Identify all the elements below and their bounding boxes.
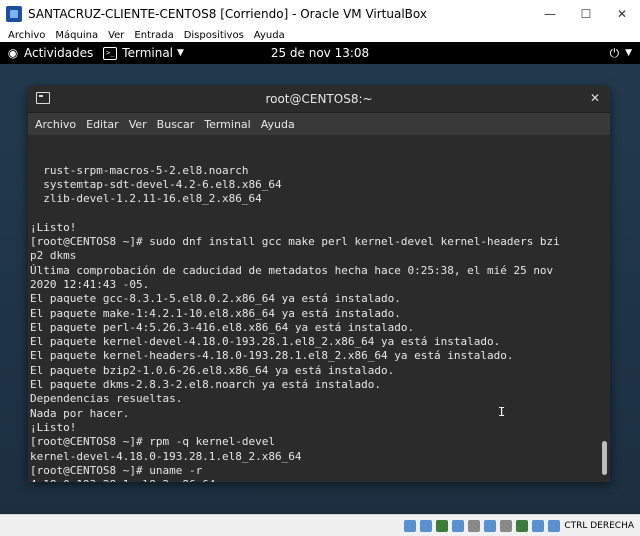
mouse-integration-icon[interactable] [532,520,545,532]
terminal-menu-ayuda[interactable]: Ayuda [261,118,295,131]
terminal-line: rust-srpm-macros-5-2.el8.noarch [30,163,249,177]
chevron-down-icon: ▼ [625,48,632,58]
terminal-line: [root@CENTOS8 ~]# rpm -q kernel-devel [30,435,276,449]
terminal-line: systemtap-sdt-devel-4.2-6.el8.x86_64 [30,177,282,191]
terminal-line: El paquete dkms-2.8.3-2.el8.noarch ya es… [30,378,381,392]
terminal-line: zlib-devel-1.2.11-16.el8_2.x86_64 [30,192,262,206]
virtualbox-icon [6,6,22,22]
cpu-icon[interactable] [516,520,529,532]
terminal-menu-terminal[interactable]: Terminal [204,118,251,131]
network-icon[interactable] [436,520,449,532]
terminal-line: ¡Listo! [30,220,77,234]
terminal-icon: >_ [103,46,118,60]
terminal-line: Nada por hacer. [30,406,130,420]
vbox-titlebar: SANTACRUZ-CLIENTE-CENTOS8 [Corriendo] - … [0,0,640,28]
status-icons [404,520,561,532]
terminal-menu-ver[interactable]: Ver [129,118,147,131]
vbox-statusbar: CTRL DERECHA [0,514,640,536]
window-title: SANTACRUZ-CLIENTE-CENTOS8 [Corriendo] - … [28,7,427,21]
display-icon[interactable] [484,520,497,532]
clock[interactable]: 25 de nov 13:08 [271,46,369,60]
menu-archivo[interactable]: Archivo [8,30,45,41]
close-icon[interactable]: ✕ [590,91,600,105]
terminal-line: ¡Listo! [30,420,77,434]
power-icon: ⏻ [609,45,620,60]
terminal-line: Última comprobación de caducidad de meta… [30,263,554,277]
keyboard-icon[interactable] [548,520,561,532]
menu-ver[interactable]: Ver [108,30,124,41]
system-status-area[interactable]: ⏻ ▼ [610,42,632,64]
terminal-line: Dependencias resueltas. [30,392,183,406]
terminal-menu-archivo[interactable]: Archivo [35,118,76,131]
menu-dispositivos[interactable]: Dispositivos [184,30,244,41]
terminal-line: [root@CENTOS8 ~]# sudo dnf install gcc m… [30,235,560,249]
terminal-line: 4.18.0-193.28.1.el8_2.x86_64 [30,478,610,482]
recording-icon[interactable] [500,520,513,532]
terminal-line: El paquete bzip2-1.0.6-26.el8.x86_64 ya … [30,363,395,377]
hard-disk-icon[interactable] [404,520,417,532]
text-cursor-icon: I [498,405,506,419]
terminal-line: [root@CENTOS8 ~]# uname -r [30,463,203,477]
close-button[interactable]: ✕ [604,0,640,28]
activities-label: Actividades [24,46,94,60]
menu-ayuda[interactable]: Ayuda [254,30,285,41]
terminal-titlebar[interactable]: root@CENTOS8:~ ✕ [28,86,610,113]
activities-icon: ◉ [7,46,19,60]
usb-icon[interactable] [452,520,465,532]
menu-maquina[interactable]: Máquina [55,30,98,41]
scrollbar-thumb[interactable] [602,441,607,475]
terminal-line: p2 dkms [30,249,77,263]
terminal-menu-editar[interactable]: Editar [86,118,119,131]
terminal-menu-buscar[interactable]: Buscar [157,118,195,131]
host-key-label: CTRL DERECHA [564,521,634,531]
menu-entrada[interactable]: Entrada [134,30,173,41]
vbox-menubar: Archivo Máquina Ver Entrada Dispositivos… [0,28,640,42]
terminal-window: root@CENTOS8:~ ✕ Archivo Editar Ver Busc… [28,86,610,482]
activities-button[interactable]: ◉ Actividades [6,46,94,60]
terminal-menubar: Archivo Editar Ver Buscar Terminal Ayuda [28,113,610,135]
terminal-line: El paquete perl-4:5.26.3-416.el8.x86_64 … [30,320,415,334]
maximize-button[interactable]: ☐ [568,0,604,28]
terminal-lines: rust-srpm-macros-5-2.el8.noarch systemta… [28,164,610,482]
terminal-title: root@CENTOS8:~ [265,92,373,106]
terminal-line: 2020 12:41:43 -05. [30,277,150,291]
optical-drive-icon[interactable] [420,520,433,532]
new-tab-icon[interactable] [36,92,50,104]
terminal-line: El paquete kernel-devel-4.18.0-193.28.1.… [30,335,501,349]
gnome-topbar: ◉ Actividades >_ Terminal ▼ 25 de nov 13… [0,42,640,64]
chevron-down-icon: ▼ [177,48,184,58]
terminal-line: El paquete kernel-headers-4.18.0-193.28.… [30,349,514,363]
minimize-button[interactable]: — [532,0,568,28]
terminal-line: El paquete gcc-8.3.1-5.el8.0.2.x86_64 ya… [30,292,401,306]
shared-folder-icon[interactable] [468,520,481,532]
terminal-line: kernel-devel-4.18.0-193.28.1.el8_2.x86_6… [30,449,302,463]
app-menu-terminal[interactable]: >_ Terminal ▼ [103,46,184,60]
clock-container: 25 de nov 13:08 [0,46,640,60]
terminal-output[interactable]: rust-srpm-macros-5-2.el8.noarch systemta… [28,135,610,482]
app-name: Terminal [122,46,174,60]
terminal-line: El paquete make-1:4.2.1-10.el8.x86_64 ya… [30,306,401,320]
